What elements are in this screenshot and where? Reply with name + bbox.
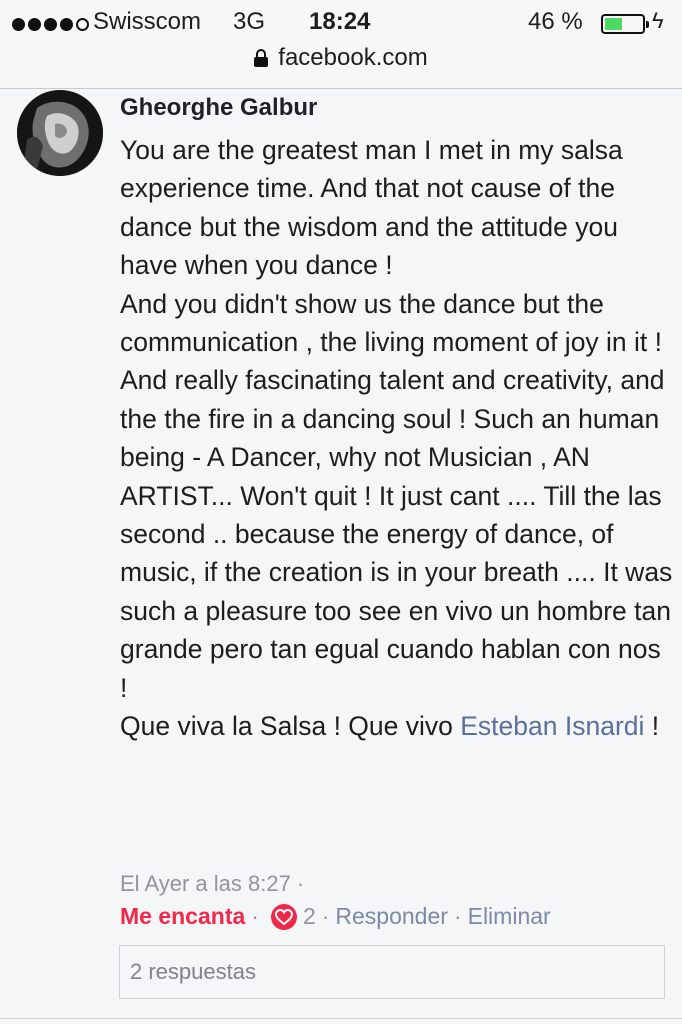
- divider: [0, 1018, 682, 1019]
- signal-dot: [12, 18, 25, 31]
- battery-percent: 46 %: [528, 8, 583, 35]
- network-type: 3G: [233, 8, 266, 35]
- address-bar[interactable]: facebook.com: [0, 44, 682, 72]
- clock: 18:24: [309, 8, 371, 35]
- comment-actions: Me encanta · 2 · Responder · Eliminar: [120, 903, 551, 930]
- mention-link[interactable]: Esteban Isnardi: [460, 711, 644, 741]
- battery-fill: [605, 18, 622, 30]
- reaction-button[interactable]: Me encanta: [120, 903, 245, 930]
- comment-text: You are the greatest man I met in my sal…: [120, 135, 673, 742]
- carrier-name: Swisscom: [93, 8, 202, 35]
- reply-button[interactable]: Responder: [335, 903, 448, 930]
- signal-dots-icon: [12, 18, 89, 31]
- separator: ·: [251, 903, 259, 929]
- replies-count: 2 respuestas: [130, 959, 256, 984]
- battery-icon: [601, 14, 649, 34]
- battery-nub: [646, 21, 649, 28]
- delete-button[interactable]: Eliminar: [468, 903, 551, 930]
- signal-dot-empty: [76, 18, 89, 31]
- replies-button[interactable]: 2 respuestas: [119, 945, 665, 999]
- signal-dot: [28, 18, 41, 31]
- lion-avatar-image: [17, 90, 103, 176]
- avatar[interactable]: [17, 90, 103, 176]
- status-bar: Swisscom 3G 18:24 46 % ϟ facebook.com: [0, 0, 682, 89]
- url-text: facebook.com: [278, 44, 428, 71]
- reaction-count[interactable]: 2: [303, 903, 316, 930]
- signal-dot: [44, 18, 57, 31]
- comment-timestamp[interactable]: El Ayer a las 8:27 ·: [120, 871, 304, 897]
- separator: ·: [321, 903, 330, 929]
- comment-body: You are the greatest man I met in my sal…: [120, 131, 675, 746]
- charging-bolt-icon: ϟ: [652, 8, 664, 33]
- separator: ·: [453, 903, 462, 929]
- comment-text-end: !: [644, 711, 660, 742]
- signal-dot: [60, 18, 73, 31]
- comment-author[interactable]: Gheorghe Galbur: [120, 94, 317, 122]
- heart-icon[interactable]: [270, 903, 297, 930]
- lock-icon: [254, 49, 269, 67]
- status-row: Swisscom 3G 18:24 46 % ϟ: [0, 6, 682, 40]
